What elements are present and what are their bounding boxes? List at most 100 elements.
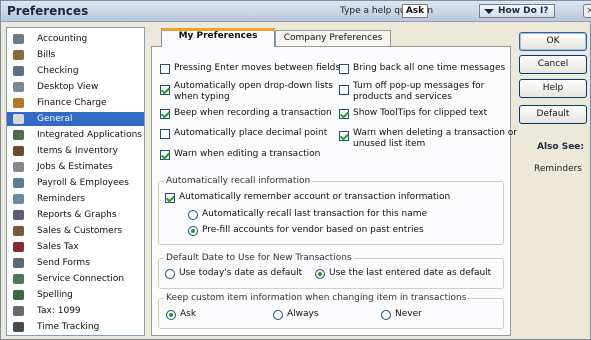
beep-label: Beep when recording a transaction	[174, 108, 332, 118]
sales-tax-icon	[13, 242, 24, 252]
sidebar-item-jobs-estimates[interactable]: Jobs & Estimates	[7, 160, 144, 174]
auto-dropdown-label: Automatically open drop-down lists when …	[174, 81, 333, 102]
sidebar-item-label: Tax: 1099	[37, 306, 81, 316]
sidebar-item-send-forms[interactable]: Send Forms	[7, 256, 144, 270]
sidebar-item-sales-customers[interactable]: Sales & Customers	[7, 224, 144, 238]
sidebar-item-general[interactable]: General	[7, 112, 144, 126]
sales-customers-icon	[13, 226, 24, 236]
spelling-icon	[13, 290, 24, 300]
reports-graphs-icon	[13, 210, 24, 220]
show-tooltips-label: Show ToolTips for clipped text	[353, 108, 488, 118]
sidebar-item-tax-1099[interactable]: Tax: 1099	[7, 304, 144, 318]
sidebar-item-payroll-employees[interactable]: Payroll & Employees	[7, 176, 144, 190]
sidebar-item-bills[interactable]: Bills	[7, 48, 144, 62]
sidebar-item-label: Payroll & Employees	[37, 178, 129, 188]
tax-1099-icon	[13, 306, 24, 316]
sidebar-item-label: Service Connection	[37, 274, 125, 284]
sidebar-item-integrated-applications[interactable]: Integrated Applications	[7, 128, 144, 142]
sidebar-item-label: Reminders	[37, 194, 85, 204]
service-connection-icon	[13, 274, 24, 284]
sidebar-item-label: General	[37, 114, 73, 124]
use-today-date-label: Use today's date as default	[179, 268, 303, 278]
title-bar: Preferences Type a help question Ask How…	[1, 1, 591, 22]
recall-last-transaction-label: Automatically recall last transaction fo…	[202, 209, 428, 219]
decimal-point-checkbox[interactable]	[160, 129, 170, 139]
also-see-heading: Also See:	[537, 142, 585, 152]
integrated-applications-icon	[13, 130, 24, 140]
sidebar-item-label: Finance Charge	[37, 98, 107, 108]
pressing-enter-checkbox[interactable]	[160, 64, 170, 74]
custom-item-ask-label: Ask	[180, 309, 197, 319]
default-date-title: Default Date to Use for New Transactions	[164, 253, 354, 263]
turn-off-popup-label: Turn off pop-up messages for products an…	[353, 81, 485, 102]
custom-item-never-radio[interactable]	[381, 310, 391, 320]
desktop-view-icon	[13, 82, 24, 92]
sidebar-item-label: Integrated Applications	[37, 130, 142, 140]
sidebar-item-service-connection[interactable]: Service Connection	[7, 272, 144, 286]
warn-deleting-checkbox[interactable]	[339, 131, 349, 141]
sidebar-item-label: Sales & Customers	[37, 226, 123, 236]
prefill-accounts-radio[interactable]	[188, 226, 198, 236]
items-inventory-icon	[13, 146, 24, 156]
sidebar-item-label: Bills	[37, 50, 56, 60]
finance-charge-icon	[13, 98, 24, 108]
reminders-icon	[13, 194, 24, 204]
help-button[interactable]: Help	[519, 79, 587, 98]
dropdown-arrow-icon	[484, 9, 494, 14]
show-tooltips-checkbox[interactable]	[339, 109, 349, 119]
sidebar-item-desktop-view[interactable]: Desktop View	[7, 80, 144, 94]
time-tracking-icon	[13, 322, 24, 332]
decimal-point-label: Automatically place decimal point	[174, 128, 328, 138]
sidebar-item-reminders[interactable]: Reminders	[7, 192, 144, 206]
how-do-i-label: How Do I?	[498, 6, 549, 16]
ok-button[interactable]: OK	[519, 32, 587, 51]
bills-icon	[13, 50, 24, 60]
how-do-i-button[interactable]: How Do I?	[479, 4, 555, 18]
sidebar-item-label: Items & Inventory	[37, 146, 118, 156]
sidebar-item-label: Accounting	[37, 34, 88, 44]
turn-off-popup-checkbox[interactable]	[339, 85, 349, 95]
sidebar-item-sales-tax[interactable]: Sales Tax	[7, 240, 144, 254]
close-icon[interactable]: ×	[583, 4, 591, 18]
ask-button[interactable]: Ask	[402, 4, 428, 18]
bring-back-messages-label: Bring back all one time messages	[353, 63, 506, 73]
sidebar-item-label: Desktop View	[37, 82, 99, 92]
sidebar-item-accounting[interactable]: Accounting	[7, 32, 144, 46]
accounting-icon	[13, 34, 24, 44]
use-today-date-radio[interactable]	[165, 269, 175, 279]
custom-item-never-label: Never	[395, 309, 422, 319]
send-forms-icon	[13, 258, 24, 268]
payroll-employees-icon	[13, 178, 24, 188]
custom-item-ask-radio[interactable]	[166, 310, 176, 320]
auto-dropdown-checkbox[interactable]	[160, 85, 170, 95]
sidebar-item-label: Spelling	[37, 290, 73, 300]
also-see-reminders-link[interactable]: Reminders	[534, 164, 582, 174]
sidebar-item-time-tracking[interactable]: Time Tracking	[7, 320, 144, 334]
warn-editing-checkbox[interactable]	[160, 150, 170, 160]
tab-my-preferences-label: My Preferences	[178, 31, 258, 41]
remember-transaction-label: Automatically remember account or transa…	[179, 192, 451, 202]
sidebar-item-finance-charge[interactable]: Finance Charge	[7, 96, 144, 110]
use-last-entered-date-label: Use the last entered date as default	[329, 268, 492, 278]
cancel-button[interactable]: Cancel	[519, 55, 587, 74]
tab-company-preferences[interactable]: Company Preferences	[275, 30, 391, 47]
sidebar-item-label: Reports & Graphs	[37, 210, 117, 220]
sidebar-item-label: Send Forms	[37, 258, 90, 268]
custom-item-always-radio[interactable]	[273, 310, 283, 320]
window-title: Preferences	[7, 4, 89, 18]
recall-last-transaction-radio[interactable]	[188, 210, 198, 220]
sidebar-item-items-inventory[interactable]: Items & Inventory	[7, 144, 144, 158]
sidebar-item-checking[interactable]: Checking	[7, 64, 144, 78]
use-last-entered-date-radio[interactable]	[315, 269, 325, 279]
default-button[interactable]: Default	[519, 105, 587, 124]
beep-checkbox[interactable]	[160, 109, 170, 119]
tab-company-preferences-label: Company Preferences	[283, 33, 383, 43]
preferences-category-list[interactable]: Accounting Bills Checking Desktop View Finan…	[6, 27, 145, 336]
warn-deleting-label: Warn when deleting a transaction or unus…	[353, 128, 517, 149]
sidebar-item-label: Time Tracking	[37, 322, 100, 332]
tab-my-preferences[interactable]: My Preferences	[161, 28, 275, 47]
bring-back-messages-checkbox[interactable]	[339, 64, 349, 74]
sidebar-item-spelling[interactable]: Spelling	[7, 288, 144, 302]
sidebar-item-reports-graphs[interactable]: Reports & Graphs	[7, 208, 144, 222]
remember-transaction-checkbox[interactable]	[165, 193, 175, 203]
